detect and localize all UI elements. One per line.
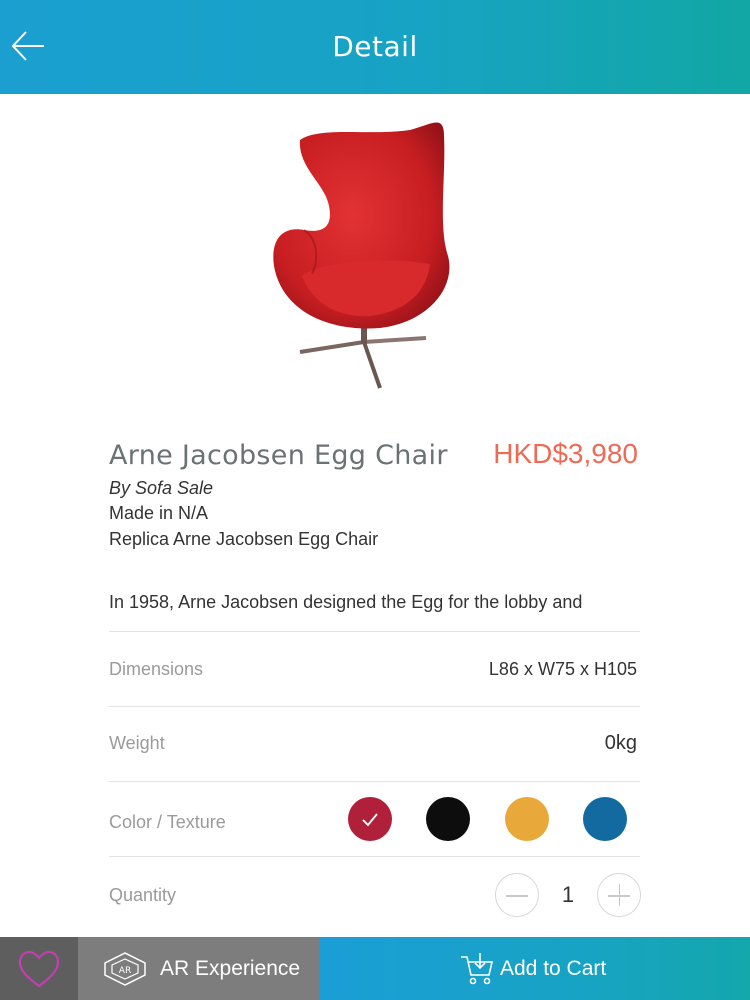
weight-label: Weight <box>109 733 165 753</box>
color-swatch-red[interactable] <box>348 797 392 841</box>
quantity-decrease-button[interactable] <box>495 873 539 917</box>
weight-value: 0kg <box>604 732 637 754</box>
quantity-increase-button[interactable] <box>597 873 641 917</box>
color-swatch-blue[interactable] <box>583 797 627 841</box>
product-subtitle: Replica Arne Jacobsen Egg Chair <box>109 529 379 549</box>
color-texture-label: Color / Texture <box>109 812 226 832</box>
check-icon <box>362 813 378 827</box>
product-image <box>260 106 470 398</box>
product-brand[interactable]: By Sofa Sale <box>109 478 213 499</box>
product-description: In 1958, Arne Jacobsen designed the Egg … <box>109 592 583 612</box>
ar-experience-label: AR Experience <box>160 957 301 980</box>
product-name: Arne Jacobsen Egg Chair <box>109 440 448 471</box>
divider <box>109 631 640 632</box>
ar-experience-button[interactable]: AR AR Experience <box>78 937 319 1000</box>
divider <box>109 781 640 782</box>
product-origin: Made in N/A <box>109 503 209 523</box>
divider <box>109 856 640 857</box>
bottom-action-bar: AR AR Experience Add to Cart <box>0 937 750 1000</box>
quantity-label: Quantity <box>109 885 177 905</box>
ar-cube-icon: AR <box>104 952 146 986</box>
cart-icon <box>461 953 494 985</box>
product-price: HKD$3,980 <box>493 438 638 469</box>
favorite-button[interactable] <box>0 937 78 1000</box>
add-to-cart-label: Add to Cart <box>500 957 607 980</box>
divider <box>109 706 640 707</box>
heart-icon <box>18 950 60 988</box>
page-title: Detail <box>332 30 418 63</box>
app-header: Detail <box>0 0 750 94</box>
dimensions-value: L86 x W75 x H105 <box>488 659 637 679</box>
add-to-cart-button[interactable]: Add to Cart <box>319 937 750 1000</box>
color-swatch-yellow[interactable] <box>505 797 549 841</box>
svg-text:AR: AR <box>119 966 131 976</box>
color-swatch-black[interactable] <box>426 797 470 841</box>
quantity-value: 1 <box>561 882 575 907</box>
dimensions-label: Dimensions <box>109 659 204 679</box>
